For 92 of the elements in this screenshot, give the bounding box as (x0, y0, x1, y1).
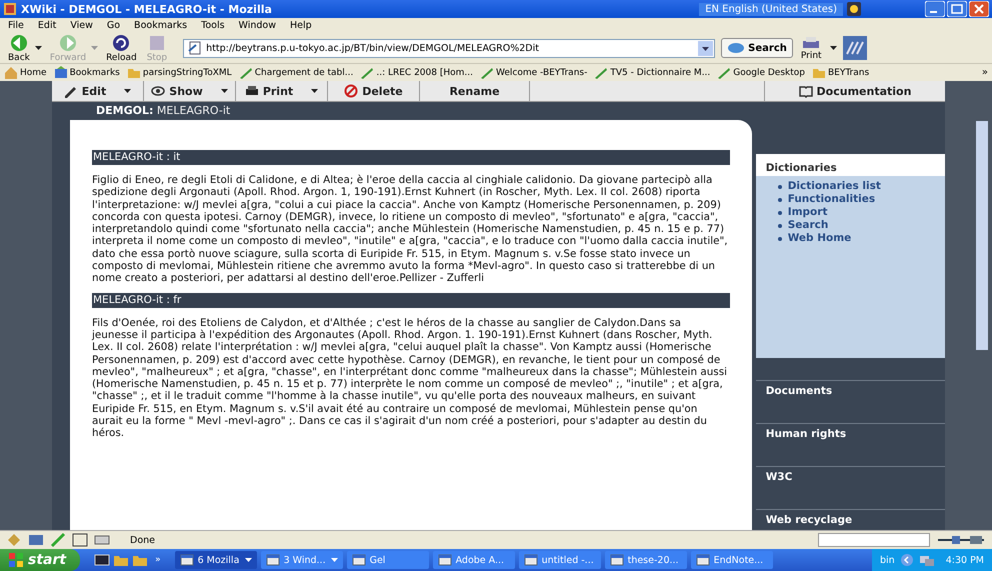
bullet-icon (778, 236, 782, 240)
caret-icon[interactable] (830, 46, 837, 50)
section-heading: MELEAGRO-it : fr (92, 292, 730, 308)
taskbar-button[interactable]: Gel (346, 551, 429, 569)
bullet-icon (778, 210, 782, 214)
address-field[interactable]: http://beytrans.p.u-tokyo.ac.jp/BT/bin/view/DEMGOL/MELEAGRO%2Dit (183, 38, 716, 58)
window-icon (266, 553, 280, 567)
page-icon (188, 41, 202, 55)
window-icon (696, 553, 710, 567)
sidebar-link[interactable]: Dictionaries list (788, 180, 881, 193)
sidebar-link[interactable]: Search (788, 219, 828, 232)
console-icon[interactable] (94, 553, 110, 567)
composer-icon[interactable] (50, 532, 66, 548)
section-heading: MELEAGRO-it : it (92, 150, 730, 165)
section-text: Fils d'Oenée, roi des Etoliens de Calydon, et d'Althée ; c'est le héros de la chasse au sanglier de Calydon.Dans sa jeunesse il participa à l'expédition des Argonautes (Apoll. Rhod. Argon. 1. 190-191).Ernst Kuhnert (dans Roscher, Myth. Lex. II col. 2608) relate l'interprétation : w/J mevlei a[gra, "celui auquel plaît la chasse". Von Kamptz aussi (Homerische Personennamen, p. 209) est d'accord avec cette hypothèse. Carnoy (DEMGR), en revanche, le tient pour un composé de mevleo", "malheureux" ; et a[gra, "chasse", en l'interprétant donc comme "malheureux dans la chasse"; Mühlestein aussi (Homerische Namenstudien, p. 45 n. 15 et p. 77) interprète le nom comme un composé de mevleo" ;, "inutile" ; et a[gra, "chasse" ;, et il le traduit comme "l'homme à la chasse inutile", vu qu'elle porta des nouveaux malheurs, en suivant Euripide Fr. 515, en Etym. Magnum s. v.S'il avait été au contraire un composé de mevlomai, Mühlestein pense qu'on aurait eu la forme " Mevl -mevl-agro" ;. Dans ce cas il s'agirait d'un nom créé a posteriori, pour s'adapter au destin du héros. (92, 316, 728, 440)
connection-icon (936, 533, 986, 547)
bullet-icon (778, 224, 782, 228)
close-icon[interactable] (969, 1, 989, 17)
scrollbar[interactable] (976, 121, 988, 350)
menu-item[interactable]: Help (290, 20, 312, 31)
windows-logo-icon (8, 552, 24, 568)
menu-item[interactable]: Go (106, 20, 120, 31)
start-button[interactable]: start (0, 549, 80, 571)
reload-icon (111, 33, 132, 53)
window-icon (352, 553, 366, 567)
pencil-icon (64, 84, 78, 98)
panel-title: Dictionaries (756, 154, 945, 176)
caret-icon[interactable] (220, 89, 228, 93)
menu-item[interactable]: Window (238, 20, 276, 31)
breadcrumb: DEMGOL: MELEAGRO-it (95, 103, 232, 119)
menu-item[interactable]: View (70, 20, 93, 31)
menu-item[interactable]: Edit (38, 20, 56, 31)
bookmark-link[interactable]: Bookmarks (54, 66, 120, 80)
more-bookmarks-button[interactable]: » (982, 67, 988, 78)
sidebar-link[interactable]: Web Home (788, 232, 852, 245)
taskbar-button[interactable]: untitled -... (518, 551, 601, 569)
taskbar-button[interactable]: 3 Wind... (260, 551, 343, 569)
search-button[interactable]: Search (721, 38, 793, 58)
mail-icon[interactable] (28, 532, 44, 548)
taskbar-button[interactable]: Adobe A... (432, 551, 515, 569)
more-button[interactable]: » (155, 555, 161, 565)
menu-item[interactable]: Tools (201, 20, 225, 31)
maximize-icon[interactable] (947, 1, 967, 17)
eye-icon (151, 84, 166, 98)
tray-label: bin (880, 554, 895, 566)
sidebar-heading[interactable]: Human rights (766, 428, 846, 440)
bookmark-link[interactable]: Chargement de tabl... (238, 66, 354, 80)
sidebar-link[interactable]: Functionalities (788, 193, 876, 206)
taskbar-button[interactable]: 6 Mozilla (174, 551, 257, 569)
bookmark-link[interactable]: TV5 - Dictionnaire M... (594, 66, 710, 80)
print-button[interactable]: Print (798, 35, 824, 61)
nav-button[interactable]: Back (6, 33, 32, 63)
no-entry-icon (344, 84, 358, 98)
menu-item[interactable]: File (8, 20, 24, 31)
bookmark-link[interactable]: BEYTrans (812, 66, 870, 80)
bookmark-link[interactable]: ..: LREC 2008 [Hom... (360, 66, 473, 80)
menu-item[interactable]: Bookmarks (134, 20, 188, 31)
window-icon (180, 553, 194, 567)
sidebar-link[interactable]: Import (788, 206, 828, 219)
nav-button[interactable]: Reload (104, 33, 139, 63)
taskbar-button[interactable]: EndNote... (690, 551, 773, 569)
folder-icon[interactable] (132, 553, 148, 567)
sidebar-heading[interactable]: W3C (766, 470, 792, 483)
window-title: XWiki - DEMGOL - MELEAGRO-it - Mozilla (21, 2, 272, 16)
window-icon (524, 553, 538, 567)
clock: 4:30 PM (946, 554, 984, 566)
throbber-icon (842, 36, 867, 60)
bookmark-link[interactable]: Home (4, 66, 47, 80)
taskbar-button[interactable]: these-20... (604, 551, 687, 569)
sidebar-heading[interactable]: Documents (766, 384, 832, 397)
bookmark-link[interactable]: Welcome -BEYTrans- (480, 66, 588, 80)
book-icon (798, 84, 813, 98)
app-icon (3, 2, 17, 16)
language-indicator[interactable]: EN English (United States) (699, 2, 843, 16)
caret-icon[interactable] (34, 46, 42, 50)
bookmarks-icon (54, 66, 68, 80)
window-icon (610, 553, 624, 567)
caret-icon[interactable] (124, 89, 132, 93)
printer-icon (801, 35, 822, 51)
status-text: Done (130, 534, 155, 546)
dropdown-icon[interactable] (698, 40, 714, 56)
expand-icon[interactable] (900, 553, 914, 567)
printer-icon (244, 84, 259, 98)
window-icon (438, 553, 452, 567)
bullet-icon (778, 184, 782, 188)
section-text: Figlio di Eneo, re degli Etoli di Calidone, e di Altea; è l'eroe della caccia al cinghiale calidonio. Da giovane partecipò alla spedizione degli Argonauti (Apoll. Rhod. Argon. 1, 190-191).Ernst Kuhnert (in Roscher, Myth. Lex. II col. 2608) riporta l'interpretazione: w/J mevlei a[gra, "colui a cui piace la caccia". Anche von Kamptz (Homerische Personennamen, p. 209) concorda con questa ipotesi. Carnoy (DEMGR), invece, lo ritiene un composto di mevleo", "sfortunato" e a[gra, "caccia", interpretandolo quindi come "sfortunato nella caccia"; anche Mühlestein (Homerische Namenstudien, p. 45 n. 15 e p. 77) interpreta il nome come un composto di mevleo", "inutile" e a[gra, "caccia", e lo traduce con "l'uomo dalla caccia inutile", dato che essa portò nuove sciagure, sulla scorta di Euripide Fr. 515, in Etym. Magnum s. v.Se fosse stato invece un composto di mevlomai, Mühlestein ritiene che avremmo avuto la forma *Mevl-agro". In questo caso si tratterebbe di un nome creato a posteriori, per adattarsi al destino dell'eroe.Pellizer - Zufferli (92, 174, 729, 285)
bookmark-link[interactable]: parsingStringToXML (126, 66, 232, 80)
sidebar-heading[interactable]: Web recyclage (766, 514, 852, 526)
bookmark-link[interactable]: Google Desktop (717, 66, 805, 80)
bullet-icon (778, 198, 782, 202)
minimize-icon[interactable] (925, 1, 945, 17)
caret-icon[interactable] (311, 89, 318, 93)
